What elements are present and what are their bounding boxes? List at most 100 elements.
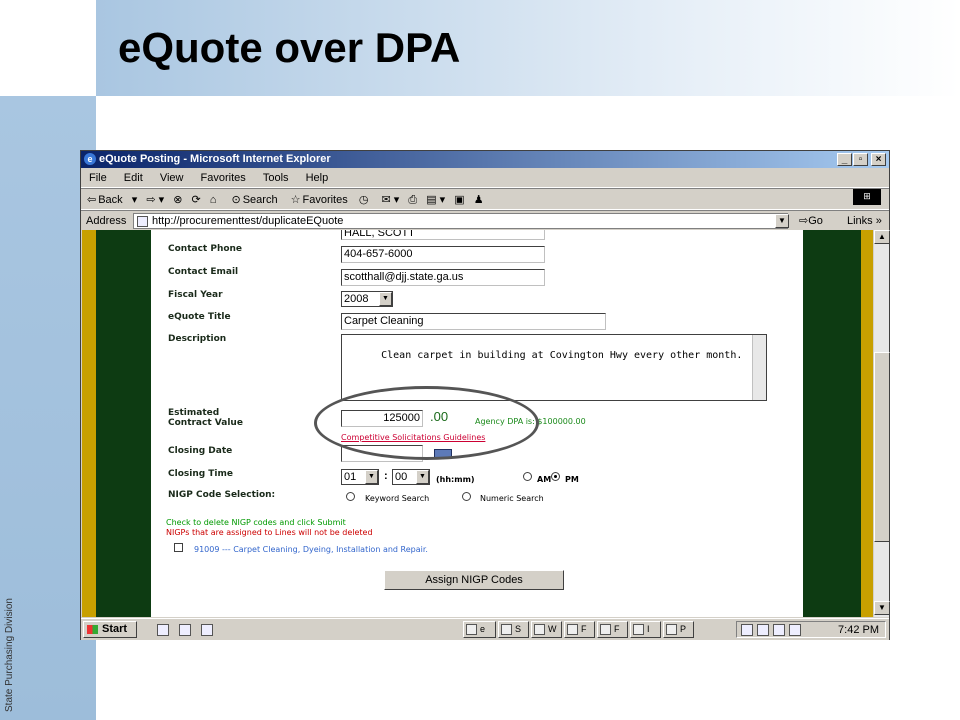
- slide-title: eQuote over DPA: [118, 24, 461, 71]
- highlight-oval: [314, 386, 539, 460]
- taskbar-button-ie[interactable]: e: [463, 621, 496, 638]
- page-scrollbar[interactable]: ▲ ▼: [873, 230, 890, 617]
- taskbar-button-f1[interactable]: F: [564, 621, 595, 638]
- scroll-up-icon[interactable]: ▲: [874, 230, 890, 244]
- address-input[interactable]: http://procurementtest/duplicateEQuote: [133, 213, 788, 229]
- dropdown-arrow-icon: ▼: [379, 292, 392, 306]
- taskbar-label: W: [548, 624, 557, 634]
- minute-select[interactable]: 00 ▼: [392, 469, 430, 485]
- refresh-icon[interactable]: ⟳: [191, 194, 200, 206]
- back-button[interactable]: Back: [98, 194, 122, 206]
- am-radio[interactable]: [523, 472, 532, 481]
- contact-email-field[interactable]: scotthall@djj.state.ga.us: [341, 269, 545, 286]
- forward-button[interactable]: ⇨ ▾: [146, 194, 164, 206]
- clock: 7:42 PM: [838, 624, 879, 636]
- search-icon[interactable]: ⊙: [231, 194, 240, 206]
- delete-note: Check to delete NIGP codes and click Sub…: [166, 518, 346, 527]
- menu-help[interactable]: Help: [306, 172, 329, 184]
- app-tray-icon[interactable]: [773, 624, 785, 636]
- close-button[interactable]: ×: [871, 153, 886, 166]
- minute-value: 00: [395, 471, 408, 483]
- search-button[interactable]: Search: [243, 194, 278, 206]
- start-label: Start: [102, 623, 128, 635]
- dropdown-arrow-icon: ▼: [365, 470, 378, 484]
- menu-edit[interactable]: Edit: [124, 172, 143, 184]
- restore-button[interactable]: ▫: [853, 153, 868, 166]
- contact-phone-field[interactable]: 404-657-6000: [341, 246, 545, 263]
- menu-view[interactable]: View: [160, 172, 184, 184]
- taskbar-button-p[interactable]: P: [663, 621, 694, 638]
- quicklaunch-desktop-icon[interactable]: [157, 624, 169, 636]
- links-button[interactable]: Links »: [847, 211, 882, 231]
- minimize-button[interactable]: _: [837, 153, 852, 166]
- fiscal-year-value: 2008: [344, 293, 369, 305]
- messenger-icon[interactable]: ♟: [474, 194, 484, 206]
- window-titlebar: e eQuote Posting - Microsoft Internet Ex…: [81, 151, 889, 168]
- numeric-search-label: Numeric Search: [480, 494, 544, 503]
- pm-radio[interactable]: [551, 472, 560, 481]
- sidebar-label: State Purchasing Division: [4, 598, 15, 712]
- quicklaunch-ie-icon[interactable]: [179, 624, 191, 636]
- go-button[interactable]: ⇨Go: [799, 211, 823, 231]
- stop-icon[interactable]: ⊗: [173, 194, 182, 206]
- textarea-scrollbar[interactable]: [752, 335, 766, 400]
- assign-nigp-button[interactable]: Assign NIGP Codes: [384, 570, 564, 590]
- taskbar-button-i[interactable]: I: [630, 621, 661, 638]
- taskbar-label: S: [515, 624, 522, 634]
- numeric-search-radio[interactable]: [462, 492, 471, 501]
- closing-date-label: Closing Date: [168, 446, 233, 456]
- quicklaunch-app-icon[interactable]: [201, 624, 213, 636]
- nigp-warning-note: NIGPs that are assigned to Lines will no…: [166, 528, 373, 537]
- equote-title-field[interactable]: Carpet Cleaning: [341, 313, 606, 330]
- mail-icon[interactable]: [789, 624, 801, 636]
- address-dropdown-icon[interactable]: ▼: [775, 214, 789, 228]
- scroll-thumb[interactable]: [874, 352, 890, 542]
- discuss-icon[interactable]: ▣: [454, 194, 464, 206]
- edit-icon[interactable]: ▤ ▾: [426, 194, 445, 206]
- word-icon: [534, 624, 545, 635]
- scroll-down-icon[interactable]: ▼: [874, 601, 890, 615]
- history-icon[interactable]: ◷: [359, 194, 369, 206]
- description-text: Clean carpet in building at Covington Hw…: [381, 350, 743, 361]
- nigp-delete-checkbox[interactable]: [174, 543, 183, 552]
- menu-favorites[interactable]: Favorites: [201, 172, 246, 184]
- dropdown-arrow-icon: ▼: [416, 470, 429, 484]
- shield-icon[interactable]: [757, 624, 769, 636]
- contract-value-label: Contract Value: [168, 418, 243, 428]
- contact-name-field[interactable]: HALL, SCOTT: [341, 230, 545, 240]
- back-arrow-icon[interactable]: ⇦: [87, 194, 96, 206]
- go-arrow-icon: ⇨: [799, 215, 809, 227]
- print-icon[interactable]: ⎙: [408, 194, 417, 206]
- left-gold-band: [82, 230, 96, 617]
- keyword-search-radio[interactable]: [346, 492, 355, 501]
- mail-icon[interactable]: ✉ ▾: [381, 194, 399, 206]
- fiscal-year-select[interactable]: 2008 ▼: [341, 291, 393, 307]
- equote-title-label: eQuote Title: [168, 312, 231, 322]
- pm-label: PM: [565, 475, 579, 484]
- windows-flag-icon: [87, 625, 98, 634]
- back-dropdown-icon[interactable]: ▾: [132, 194, 138, 206]
- taskbar-button-w[interactable]: W: [531, 621, 562, 638]
- time-colon: :: [384, 470, 388, 482]
- menu-bar: File Edit View Favorites Tools Help ⊞: [81, 169, 889, 205]
- hour-value: 01: [344, 471, 357, 483]
- time-format-label: (hh:mm): [436, 475, 475, 484]
- right-gold-band: [861, 230, 873, 617]
- taskbar-label: e: [480, 624, 486, 634]
- home-icon[interactable]: ⌂: [210, 194, 217, 206]
- ie-icon: e: [84, 153, 96, 165]
- ie-icon: [466, 624, 477, 635]
- network-icon[interactable]: [741, 624, 753, 636]
- window-title: eQuote Posting - Microsoft Internet Expl…: [99, 153, 331, 165]
- taskbar-button-s[interactable]: S: [498, 621, 529, 638]
- menu-tools[interactable]: Tools: [263, 172, 289, 184]
- taskbar-button-f2[interactable]: F: [597, 621, 628, 638]
- favorites-icon[interactable]: ☆: [291, 194, 301, 206]
- favorites-button[interactable]: Favorites: [303, 194, 348, 206]
- start-button[interactable]: Start: [83, 621, 137, 638]
- contact-email-label: Contact Email: [168, 267, 239, 277]
- am-label: AM: [537, 475, 552, 484]
- menu-file[interactable]: File: [89, 172, 107, 184]
- hour-select[interactable]: 01 ▼: [341, 469, 379, 485]
- nigp-item: 91009 --- Carpet Cleaning, Dyeing, Insta…: [194, 545, 428, 554]
